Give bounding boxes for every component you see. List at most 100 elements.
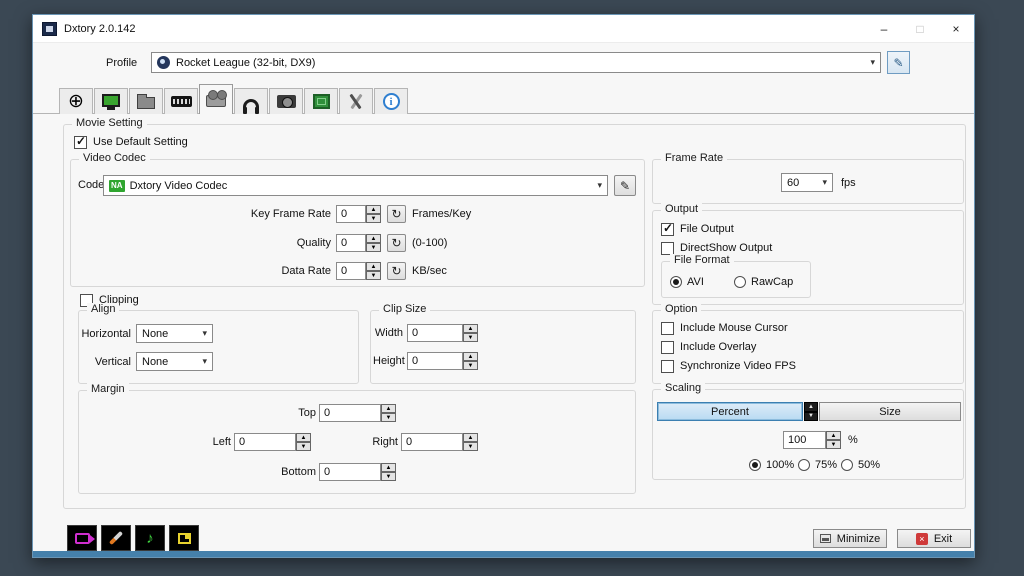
use-default-setting-checkbox[interactable]: Use Default Setting [74,135,188,149]
tab-audio[interactable] [234,88,268,114]
minimize-app-button[interactable]: Minimize [813,529,887,548]
scaling-size-button[interactable]: Size [819,402,961,421]
tab-display[interactable] [94,88,128,114]
spinner-up-icon[interactable] [463,433,478,442]
spinner-up-icon[interactable] [804,402,818,412]
tab-info[interactable]: i [374,88,408,114]
synchronize-video-fps-checkbox[interactable]: Synchronize Video FPS [661,359,796,373]
movie-camera-icon [206,95,226,107]
quality-spinner [366,234,381,252]
margin-top-label: Top [271,407,316,419]
include-mouse-cursor-checkbox[interactable]: Include Mouse Cursor [661,321,788,335]
spinner-up-icon[interactable] [463,352,478,361]
scaling-group: Scaling Percent Size 100 % 100% 75% [652,389,964,480]
margin-top-input[interactable]: 0 [319,404,381,422]
avi-radio[interactable]: AVI [670,275,704,288]
checkbox-icon [661,322,674,335]
tab-target[interactable]: ⊕ [59,88,93,114]
window-close-button[interactable]: × [938,15,974,42]
directshow-output-checkbox[interactable]: DirectShow Output [661,241,772,255]
scaling-value-input[interactable]: 100 [783,431,826,449]
spinner-up-icon[interactable] [381,463,396,472]
spinner-down-icon[interactable] [804,412,818,422]
spinner-down-icon[interactable] [463,361,478,370]
spinner-down-icon[interactable] [366,243,381,252]
tab-folder[interactable] [129,88,163,114]
edit-profile-button[interactable]: ✎ [887,51,910,74]
frame-rate-unit: fps [841,177,856,189]
data-rate-unit: KB/sec [412,265,447,277]
spinner-down-icon[interactable] [366,271,381,280]
tab-tools[interactable] [339,88,373,114]
chip-icon [313,94,330,109]
titlebar[interactable]: Dxtory 2.0.142 – □ × [33,15,974,43]
vertical-align-value: None [142,356,168,368]
tab-movie[interactable] [199,84,233,114]
tools-icon [347,93,365,110]
chevron-down-icon: ▾ [196,356,207,367]
rawcap-radio[interactable]: RawCap [734,275,793,288]
settings-tool-button[interactable] [101,525,131,551]
window-maximize-button[interactable]: □ [902,15,938,42]
scaling-percent-button[interactable]: Percent [657,402,803,421]
dxtory-window: Dxtory 2.0.142 – □ × Profile Rocket Leag… [32,14,975,558]
spinner-down-icon[interactable] [463,442,478,451]
spinner-down-icon[interactable] [463,333,478,342]
scaling-50-radio[interactable]: 50% [841,458,880,471]
capture-tool-button[interactable] [67,525,97,551]
spinner-down-icon[interactable] [366,214,381,223]
codec-select[interactable]: NA Dxtory Video Codec ▾ [103,175,608,196]
spinner-down-icon[interactable] [826,440,841,449]
tab-hardware[interactable] [304,88,338,114]
media-tool-button[interactable]: ♪ [135,525,165,551]
movie-setting-title: Movie Setting [72,117,147,129]
video-codec-group: Video Codec Codec NA Dxtory Video Codec … [70,159,645,287]
music-note-icon: ♪ [146,531,154,546]
spinner-up-icon[interactable] [463,324,478,333]
profile-label: Profile [106,57,137,69]
key-frame-rate-input[interactable]: 0 [336,205,366,223]
spinner-down-icon[interactable] [381,472,396,481]
window-minimize-button[interactable]: – [866,15,902,42]
margin-bottom-input[interactable]: 0 [319,463,381,481]
exit-app-button[interactable]: × Exit [897,529,971,548]
quality-unit: (0-100) [412,237,447,249]
spinner-down-icon[interactable] [381,413,396,422]
scaling-100-radio[interactable]: 100% [749,458,794,471]
horizontal-label: Horizontal [81,328,131,340]
spinner-up-icon[interactable] [296,433,311,442]
reset-icon: ↻ [391,207,401,221]
option-title: Option [661,303,701,315]
tab-hotkey[interactable] [164,88,198,114]
tab-screenshot[interactable] [269,88,303,114]
desktop: Dxtory 2.0.142 – □ × Profile Rocket Leag… [0,0,1024,576]
margin-left-input[interactable]: 0 [234,433,296,451]
profile-select[interactable]: Rocket League (32-bit, DX9) ▾ [151,52,881,73]
spinner-up-icon[interactable] [366,205,381,214]
export-tool-button[interactable] [169,525,199,551]
scaling-unit: % [848,434,858,446]
spinner-up-icon[interactable] [366,262,381,271]
file-output-checkbox[interactable]: File Output [661,222,734,236]
quality-reset-button[interactable]: ↻ [387,234,406,252]
data-rate-input[interactable]: 0 [336,262,366,280]
height-input[interactable]: 0 [407,352,463,370]
magenta-camera-icon [75,533,90,544]
horizontal-align-select[interactable]: None ▾ [136,324,213,343]
width-input[interactable]: 0 [407,324,463,342]
include-overlay-checkbox[interactable]: Include Overlay [661,340,756,354]
file-output-label: File Output [680,223,734,235]
frame-rate-select[interactable]: 60 ▾ [781,173,833,192]
spinner-up-icon[interactable] [366,234,381,243]
spinner-up-icon[interactable] [381,404,396,413]
spinner-up-icon[interactable] [826,431,841,440]
codec-config-button[interactable]: ✎ [614,175,636,196]
data-rate-reset-button[interactable]: ↻ [387,262,406,280]
scaling-100-label: 100% [766,459,794,471]
scaling-75-radio[interactable]: 75% [798,458,837,471]
spinner-down-icon[interactable] [296,442,311,451]
vertical-align-select[interactable]: None ▾ [136,352,213,371]
key-frame-rate-reset-button[interactable]: ↻ [387,205,406,223]
quality-input[interactable]: 0 [336,234,366,252]
margin-right-input[interactable]: 0 [401,433,463,451]
